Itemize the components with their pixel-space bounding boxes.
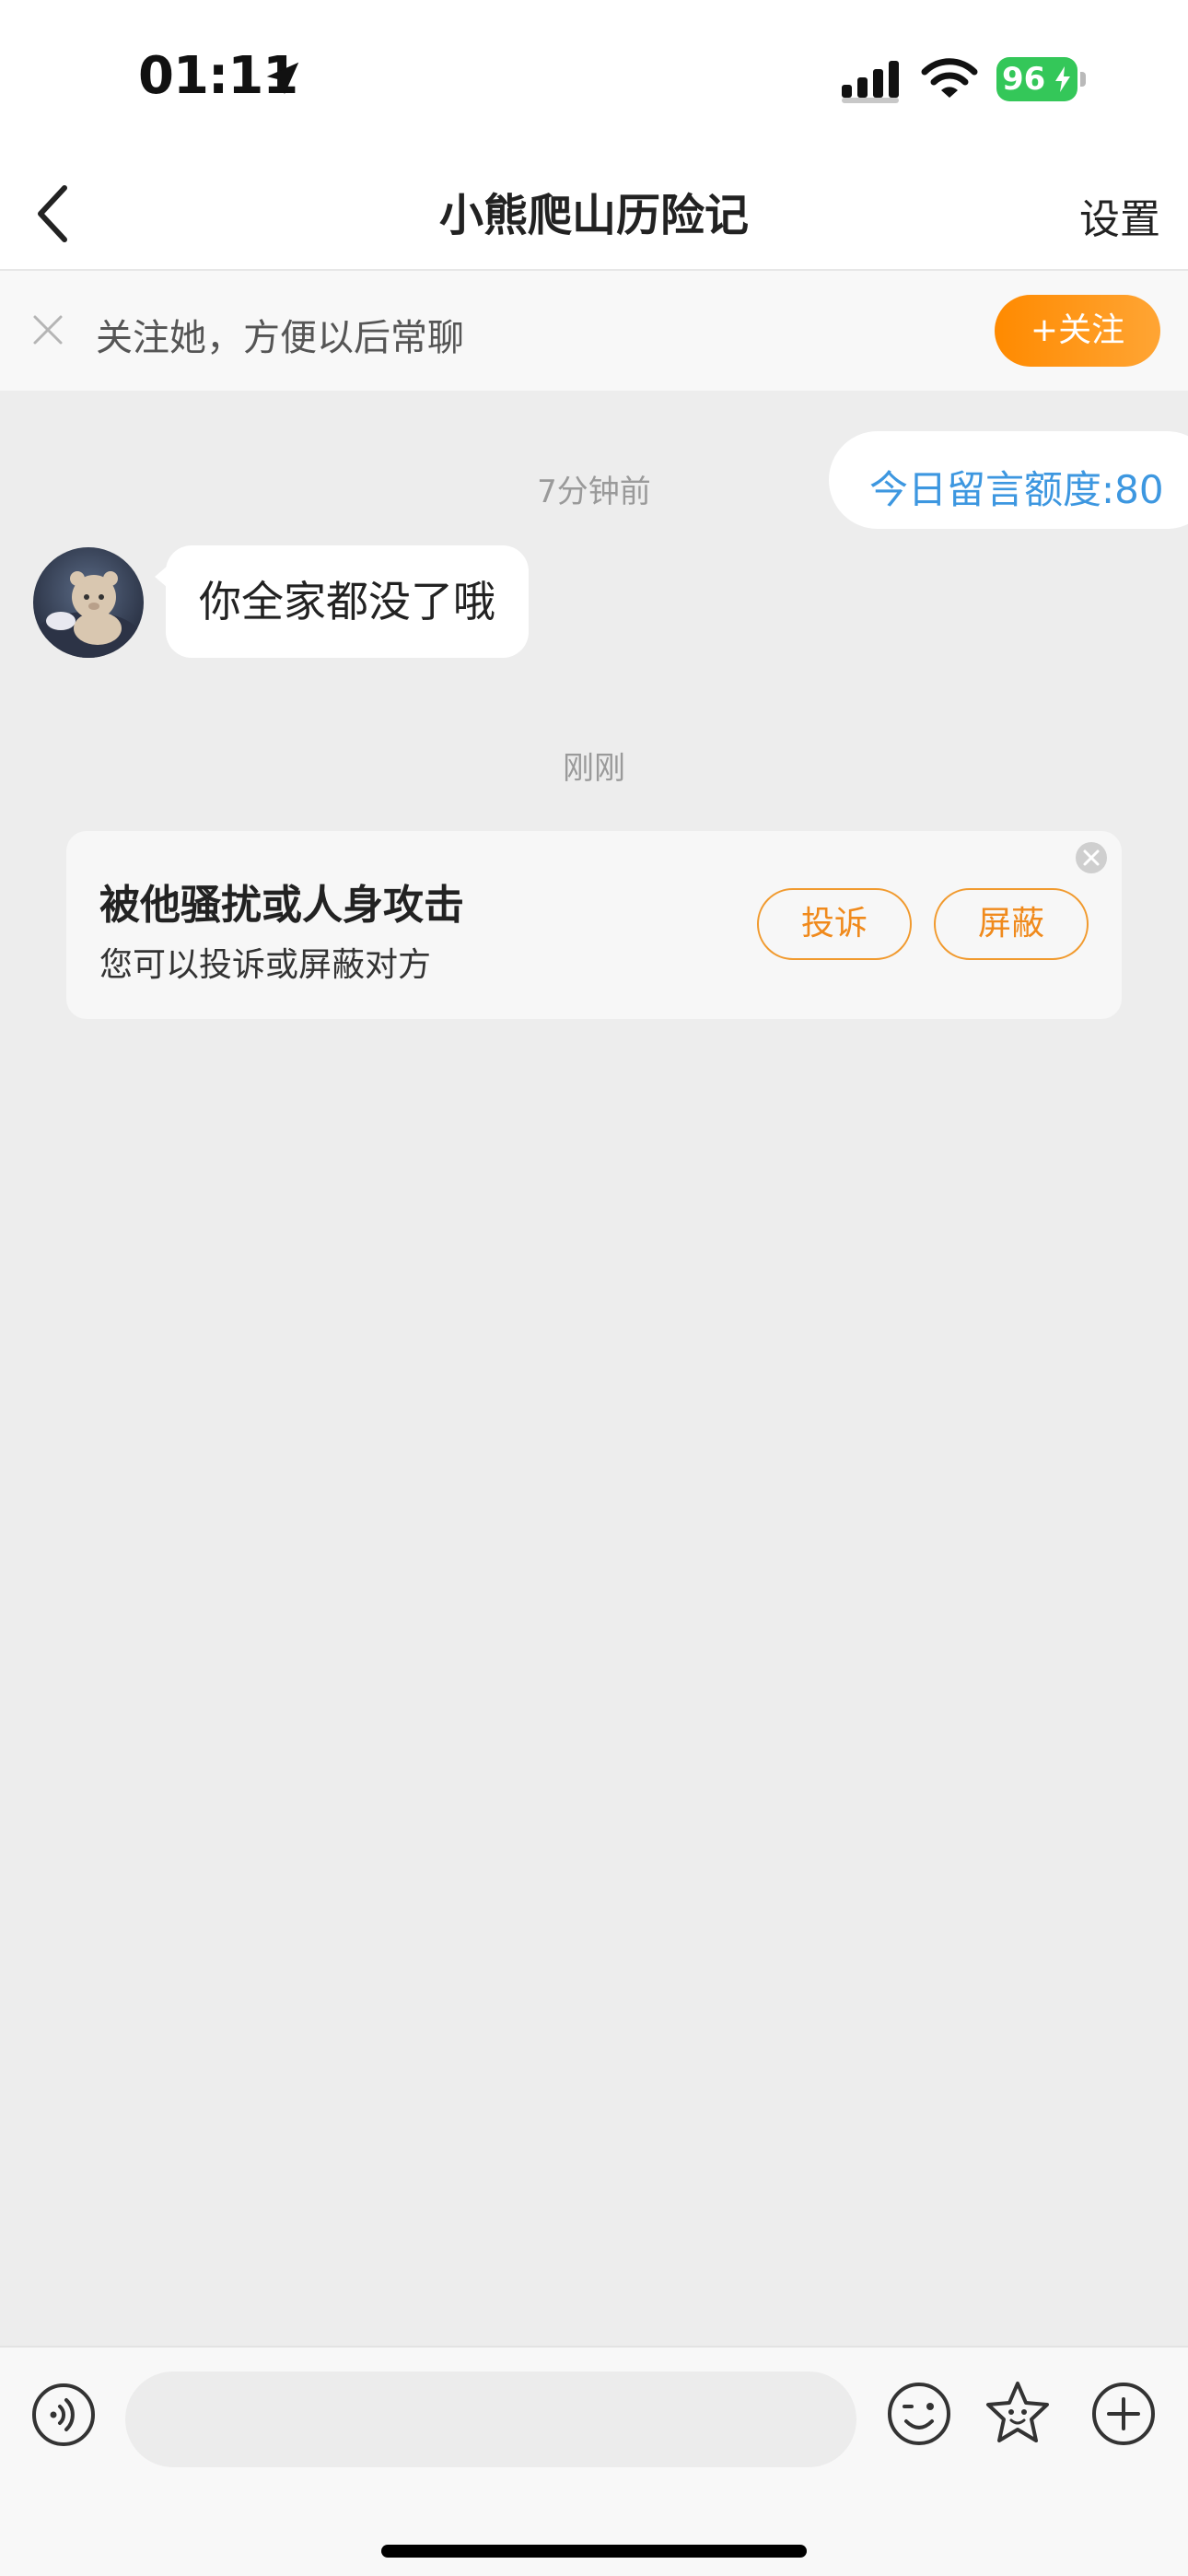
close-circle-icon[interactable] [1074,840,1109,875]
message-bubble[interactable]: 你全家都没了哦 [155,545,529,658]
voice-icon[interactable] [31,2383,96,2447]
bear-avatar-image [33,547,144,658]
follow-banner: 关注她，方便以后常聊 +关注 [0,271,1188,391]
input-bar [0,2346,1188,2576]
bubble-tail [155,566,168,588]
close-icon[interactable] [29,311,66,348]
status-bar: 01:11 96 [0,0,1188,157]
emoji-icon[interactable] [886,2381,952,2447]
nav-bar: 小熊爬山历险记 设置 [0,157,1188,271]
page-title: 小熊爬山历险记 [438,190,749,241]
follow-prompt-text: 关注她，方便以后常聊 [96,317,464,359]
chat-screen: 01:11 96 小熊爬山历险记 设置 关注她，方便以后常聊 +关注 今日留言额… [0,0,1188,2576]
block-button[interactable]: 屏蔽 [934,888,1089,960]
cellular-signal-icon [842,61,899,103]
follow-button[interactable]: +关注 [995,295,1160,367]
battery-level: 96 [1002,61,1046,98]
battery-icon: 96 [996,57,1086,101]
wifi-icon [921,58,978,98]
message-input[interactable] [125,2371,856,2467]
report-subtitle: 您可以投诉或屏蔽对方 [99,946,432,984]
home-indicator [381,2545,807,2558]
complain-button[interactable]: 投诉 [757,888,912,960]
settings-button[interactable]: 设置 [1079,186,1160,245]
report-card: 被他骚扰或人身攻击 您可以投诉或屏蔽对方 投诉 屏蔽 [66,831,1122,1019]
battery-body: 96 [996,57,1077,101]
chevron-left-icon[interactable] [26,179,81,249]
sticker-icon[interactable] [984,2379,1052,2447]
message-text: 你全家都没了哦 [199,577,495,626]
report-title: 被他骚扰或人身攻击 [99,882,464,929]
message-timestamp: 7分钟前 [537,474,651,510]
charging-bolt-icon [1055,66,1070,92]
location-arrow-icon [266,62,299,95]
plus-icon[interactable] [1090,2381,1157,2447]
avatar[interactable] [33,547,144,658]
battery-tip [1080,72,1086,87]
message-timestamp: 刚刚 [563,750,625,787]
